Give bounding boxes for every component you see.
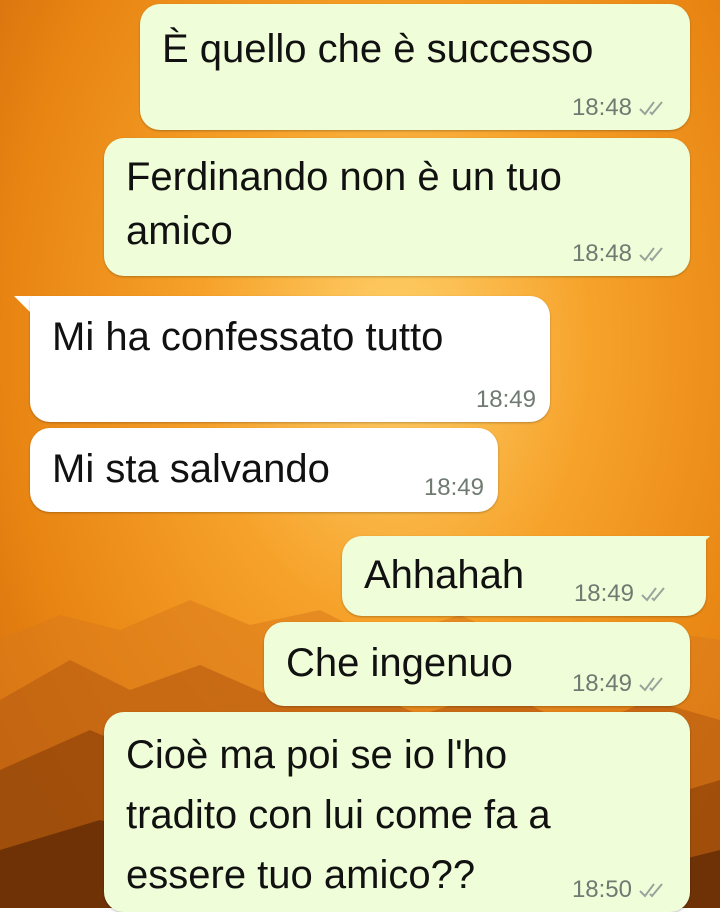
message-bubble-outgoing[interactable]: Ahhahah 18:49 (342, 536, 706, 616)
message-bubble-outgoing[interactable]: Cioè ma poi se io l'ho tradito con lui c… (104, 712, 690, 912)
message-meta: 18:49 (424, 474, 484, 502)
double-check-icon (639, 883, 663, 898)
message-meta: 18:50 (572, 876, 668, 904)
message-bubble-incoming[interactable]: Mi ha confessato tutto 18:49 (30, 296, 550, 422)
message-text: Mi sta salvando (52, 447, 330, 491)
message-time: 18:49 (573, 580, 634, 607)
message-bubble-incoming[interactable]: Mi sta salvando 18:49 (30, 428, 498, 512)
message-text-line: amico (126, 209, 233, 253)
message-text-line: Ferdinando non è un tuo (126, 155, 562, 199)
message-text: Ahhahah (364, 553, 525, 597)
message-time: 18:49 (475, 386, 536, 413)
message-text: È quello che è successo (162, 27, 594, 71)
message-text-line: tradito con lui come fa a (126, 793, 551, 837)
double-check-icon (639, 247, 663, 262)
double-check-icon (639, 101, 663, 116)
message-time: 18:49 (423, 474, 484, 501)
message-bubble-outgoing[interactable]: È quello che è successo 18:48 (140, 4, 690, 130)
message-meta: 18:48 (572, 240, 668, 268)
message-text: Che ingenuo (286, 641, 513, 685)
message-time: 18:48 (571, 240, 632, 267)
message-bubble-outgoing[interactable]: Che ingenuo 18:49 (264, 622, 690, 706)
message-time: 18:49 (571, 670, 632, 697)
message-time: 18:48 (571, 94, 632, 121)
double-check-icon (641, 587, 665, 602)
message-text-line: Cioè ma poi se io l'ho (126, 733, 508, 777)
message-time: 18:50 (571, 876, 632, 903)
message-meta: 18:49 (572, 670, 668, 698)
message-bubble-outgoing[interactable]: Ferdinando non è un tuo amico 18:48 (104, 138, 690, 276)
message-meta: 18:48 (572, 94, 668, 122)
message-meta: 18:49 (574, 580, 670, 608)
double-check-icon (639, 677, 663, 692)
message-text-line: essere tuo amico?? (126, 853, 476, 897)
message-meta: 18:49 (476, 386, 536, 414)
message-text: Mi ha confessato tutto (52, 315, 444, 359)
